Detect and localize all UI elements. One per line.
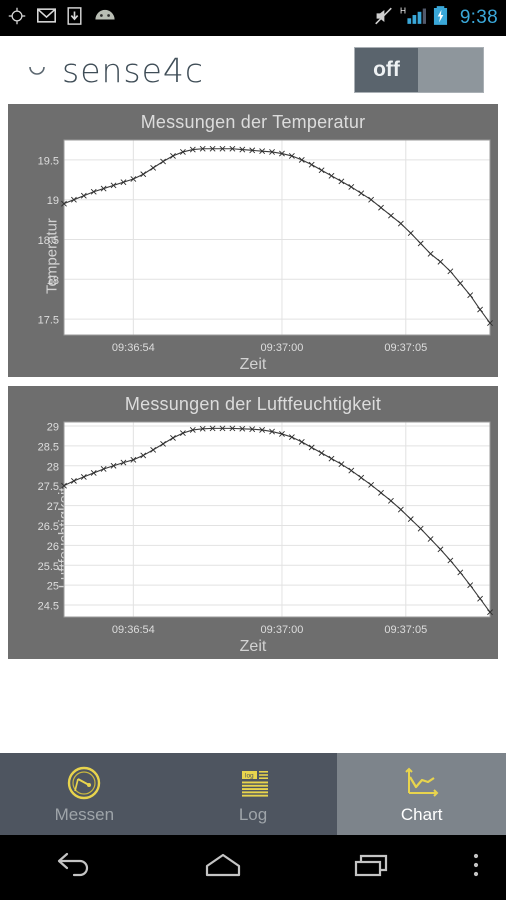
home-icon <box>203 851 243 884</box>
status-bar-right-icons: H <box>374 6 448 30</box>
temperature-plot-svg[interactable]: 19.5 19 18.5 18 17.5 09:36:54 09:37:00 09:37:05 <box>8 134 498 377</box>
toggle-thumb[interactable]: off <box>355 48 418 92</box>
download-icon <box>67 6 82 30</box>
svg-text:09:37:05: 09:37:05 <box>384 342 427 354</box>
battery-charging-icon <box>433 6 448 30</box>
back-icon <box>55 851 93 884</box>
svg-text:24.5: 24.5 <box>38 601 59 613</box>
bottom-tab-bar: Messen log Log Chart <box>0 753 506 835</box>
humidity-chart-panel[interactable]: Messungen der Luftfeuchtigkeit Luftfeuch… <box>8 386 498 659</box>
svg-text:18.5: 18.5 <box>38 235 59 247</box>
temperature-plot-area[interactable]: Temperatur 19.5 19 18.5 18 17.5 09:36:54 09:37… <box>8 134 498 377</box>
svg-text:18: 18 <box>47 275 59 287</box>
humidity-plot-svg[interactable]: 29 28.5 28 27.5 27 26.5 26 25.5 25 24.5 09:36:54 09… <box>8 416 498 659</box>
svg-text:09:37:00: 09:37:00 <box>261 624 304 636</box>
svg-text:09:37:00: 09:37:00 <box>261 342 304 354</box>
tab-log-label: Log <box>238 805 268 824</box>
nav-overflow-button[interactable] <box>446 851 506 884</box>
charts-container: Messungen der Temperatur Temperatur 19.5… <box>0 104 506 659</box>
temperature-x-axis-label: Zeit <box>239 356 267 373</box>
humidity-x-axis-label: Zeit <box>239 638 267 655</box>
svg-text:25.5: 25.5 <box>38 561 59 573</box>
app-logo-text: sense4c <box>62 50 205 90</box>
svg-text:26: 26 <box>47 541 59 553</box>
android-icon <box>93 8 117 28</box>
mute-icon <box>374 7 393 30</box>
humidity-plot-area[interactable]: Luftfeuchtigkeit 2928.52827.52726.52625.… <box>8 416 498 659</box>
temperature-chart-title: Messungen der Temperatur <box>140 112 366 132</box>
overflow-menu-icon <box>472 851 480 884</box>
status-bar: H 9:38 <box>0 0 506 36</box>
svg-text:28.5: 28.5 <box>38 441 59 453</box>
svg-text:25: 25 <box>47 581 59 593</box>
humidity-chart-title: Messungen der Luftfeuchtigkeit <box>124 394 382 414</box>
recents-icon <box>352 851 392 884</box>
svg-text:09:36:54: 09:36:54 <box>112 342 155 354</box>
svg-text:09:36:54: 09:36:54 <box>112 624 155 636</box>
power-toggle-switch[interactable]: off <box>354 47 484 93</box>
svg-text:17.5: 17.5 <box>38 315 59 327</box>
line-chart-icon <box>401 763 443 803</box>
tab-messen[interactable]: Messen <box>0 753 169 835</box>
tab-messen-label: Messen <box>54 805 115 824</box>
status-bar-clock: 9:38 <box>459 7 498 28</box>
sense-swirl-icon <box>29 66 45 75</box>
gauge-icon <box>64 763 104 803</box>
tab-log[interactable]: log Log <box>169 753 338 835</box>
nav-home-button[interactable] <box>149 851 298 884</box>
svg-text:29: 29 <box>47 421 59 433</box>
svg-text:28: 28 <box>47 461 59 473</box>
toggle-label: off <box>373 58 400 81</box>
app-logo: sense4c <box>22 51 204 90</box>
android-nav-bar <box>0 835 506 900</box>
nav-recents-button[interactable] <box>297 851 446 884</box>
svg-text:19.5: 19.5 <box>38 155 59 167</box>
temperature-chart-panel[interactable]: Messungen der Temperatur Temperatur 19.5… <box>8 104 498 377</box>
gps-icon <box>8 7 26 30</box>
svg-text:27: 27 <box>47 501 59 513</box>
svg-text:H: H <box>400 6 406 16</box>
svg-text:log: log <box>245 773 254 780</box>
tab-chart-label: Chart <box>400 805 443 824</box>
app-header: sense4c off <box>0 36 506 104</box>
svg-text:26.5: 26.5 <box>38 521 59 533</box>
svg-text:19: 19 <box>47 195 59 207</box>
svg-text:09:37:05: 09:37:05 <box>384 624 427 636</box>
gmail-icon <box>37 8 56 28</box>
nav-back-button[interactable] <box>0 851 149 884</box>
tab-chart[interactable]: Chart <box>337 753 506 835</box>
signal-h-icon: H <box>400 6 426 30</box>
log-list-icon: log <box>233 763 273 803</box>
status-bar-left-icons <box>8 6 117 30</box>
svg-text:27.5: 27.5 <box>38 481 59 493</box>
